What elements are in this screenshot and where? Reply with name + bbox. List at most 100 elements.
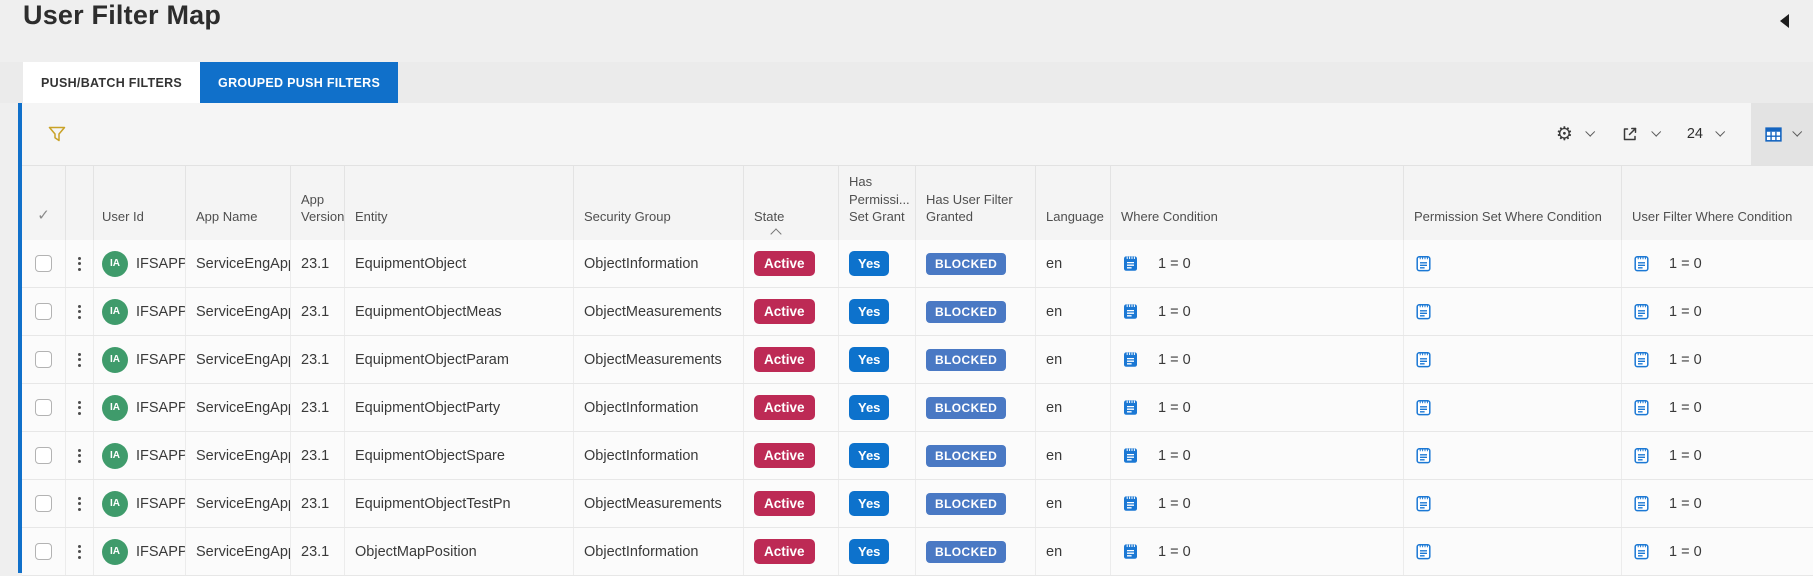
row-checkbox[interactable] [35,495,52,512]
header-app-name[interactable]: App Name [186,166,291,240]
grid-body: IA IFSAPP ServiceEngApp 23.1 EquipmentOb… [22,240,1813,576]
user-id-cell: IFSAPP [136,495,186,512]
app-name-cell: ServiceEngApp [186,336,291,383]
header-has-user-filter-granted[interactable]: Has User Filter Granted [916,166,1036,240]
settings-button[interactable]: ⚙ [1556,125,1596,144]
row-checkbox[interactable] [35,351,52,368]
row-checkbox[interactable] [35,303,52,320]
row-menu-kebab-icon[interactable] [74,301,85,323]
page-size-value: 24 [1686,126,1703,142]
user-filter-where-condition-icon[interactable] [1632,302,1651,321]
where-condition-icon[interactable] [1121,494,1140,513]
header-permission-set-where-condition[interactable]: Permission Set Where Condition [1404,166,1622,240]
row-checkbox[interactable] [35,399,52,416]
where-condition-icon[interactable] [1121,350,1140,369]
where-condition-icon[interactable] [1121,542,1140,561]
header-state[interactable]: State [744,166,839,240]
select-all-checkbox[interactable]: ✓ [22,166,66,240]
has-permission-set-grant-badge: Yes [849,347,890,372]
user-filter-where-condition-icon[interactable] [1632,254,1651,273]
header-language[interactable]: Language [1036,166,1111,240]
row-menu-kebab-icon[interactable] [74,445,85,467]
has-permission-set-grant-badge: Yes [849,443,890,468]
table-row: IA IFSAPP ServiceEngApp 23.1 EquipmentOb… [22,336,1813,384]
permission-set-where-condition-icon[interactable] [1414,302,1433,321]
row-checkbox[interactable] [35,543,52,560]
sort-ascending-icon [770,228,782,240]
row-checkbox[interactable] [35,447,52,464]
user-avatar: IA [102,538,128,565]
state-badge: Active [754,538,815,565]
has-user-filter-granted-badge: BLOCKED [926,300,1007,323]
has-permission-set-grant-badge: Yes [849,251,890,276]
where-condition-icon[interactable] [1121,254,1140,273]
grid-header-row: ✓ User Id App Name App Version Entity Se… [22,165,1813,240]
header-entity[interactable]: Entity [345,166,574,240]
permission-set-where-condition-icon[interactable] [1414,494,1433,513]
permission-set-where-condition-icon[interactable] [1414,542,1433,561]
has-permission-set-grant-badge: Yes [849,299,890,324]
row-menu-kebab-icon[interactable] [74,253,85,275]
row-menu-kebab-icon[interactable] [74,493,85,515]
filter-icon[interactable] [46,123,68,145]
language-cell: en [1036,528,1111,575]
user-filter-where-condition-icon[interactable] [1632,494,1651,513]
app-name-cell: ServiceEngApp [186,480,291,527]
user-avatar: IA [102,394,128,421]
header-where-condition[interactable]: Where Condition [1111,166,1404,240]
tab-push-batch-filters[interactable]: PUSH/BATCH FILTERS [23,62,201,103]
entity-cell: ObjectMapPosition [345,528,574,575]
permission-set-where-condition-icon[interactable] [1414,446,1433,465]
row-menu-kebab-icon[interactable] [74,397,85,419]
where-condition-icon[interactable] [1121,446,1140,465]
header-has-permission-set-grant[interactable]: Has Permissi... Set Grant [839,166,916,240]
user-filter-where-condition-value: 1 = 0 [1669,255,1702,272]
has-permission-set-grant-badge: Yes [849,395,890,420]
user-id-cell: IFSAPP [136,303,186,320]
header-app-version[interactable]: App Version [291,166,345,240]
export-button[interactable] [1621,125,1662,143]
app-version-cell: 23.1 [291,336,345,383]
app-name-cell: ServiceEngApp [186,528,291,575]
state-badge: Active [754,250,815,277]
tab-grouped-push-filters[interactable]: GROUPED PUSH FILTERS [200,62,399,103]
permission-set-where-condition-icon[interactable] [1414,350,1433,369]
page-size-select[interactable]: 24 [1686,126,1726,142]
app-name-cell: ServiceEngApp [186,432,291,479]
chevron-down-icon [1585,126,1596,137]
header-security-group[interactable]: Security Group [574,166,744,240]
chevron-down-icon [1792,126,1803,137]
row-checkbox[interactable] [35,255,52,272]
user-filter-where-condition-value: 1 = 0 [1669,351,1702,368]
header-user-id[interactable]: User Id [94,166,186,240]
security-group-cell: ObjectInformation [574,528,744,575]
user-filter-where-condition-value: 1 = 0 [1669,399,1702,416]
has-permission-set-grant-badge: Yes [849,539,890,564]
row-menu-kebab-icon[interactable] [74,349,85,371]
toolbar-right-group: ⚙ 24 [1556,103,1813,165]
has-user-filter-granted-badge: BLOCKED [926,348,1007,371]
permission-set-where-condition-icon[interactable] [1414,398,1433,417]
user-filter-where-condition-icon[interactable] [1632,398,1651,417]
user-avatar: IA [102,442,128,469]
where-condition-value: 1 = 0 [1158,255,1191,272]
user-filter-where-condition-value: 1 = 0 [1669,495,1702,512]
permission-set-where-condition-icon[interactable] [1414,254,1433,273]
user-filter-where-condition-icon[interactable] [1632,350,1651,369]
header-user-filter-where-condition[interactable]: User Filter Where Condition [1622,166,1813,240]
where-condition-icon[interactable] [1121,398,1140,417]
user-filter-where-condition-icon[interactable] [1632,446,1651,465]
user-avatar: IA [102,250,128,277]
collapse-left-icon[interactable] [1780,14,1789,28]
table-row: IA IFSAPP ServiceEngApp 23.1 ObjectMapPo… [22,528,1813,576]
entity-cell: EquipmentObjectParam [345,336,574,383]
view-mode-select[interactable] [1751,103,1813,165]
user-filter-where-condition-icon[interactable] [1632,542,1651,561]
where-condition-value: 1 = 0 [1158,447,1191,464]
app-version-cell: 23.1 [291,240,345,287]
security-group-cell: ObjectMeasurements [574,480,744,527]
row-menu-kebab-icon[interactable] [74,541,85,563]
table-row: IA IFSAPP ServiceEngApp 23.1 EquipmentOb… [22,384,1813,432]
where-condition-icon[interactable] [1121,302,1140,321]
has-user-filter-granted-badge: BLOCKED [926,444,1007,467]
